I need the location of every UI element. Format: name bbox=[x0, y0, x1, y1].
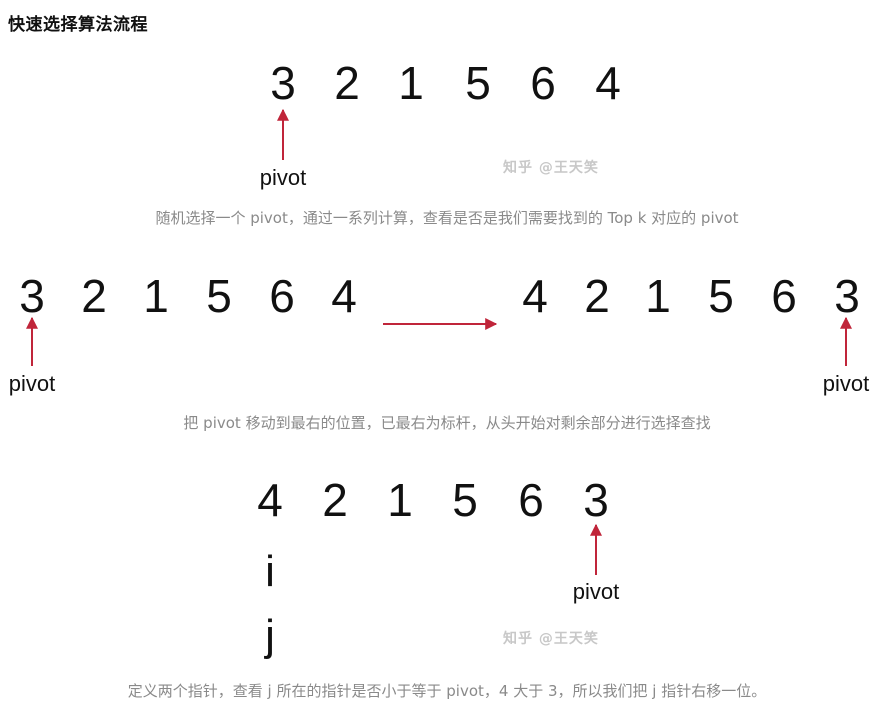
arrows-layer bbox=[26, 108, 852, 575]
